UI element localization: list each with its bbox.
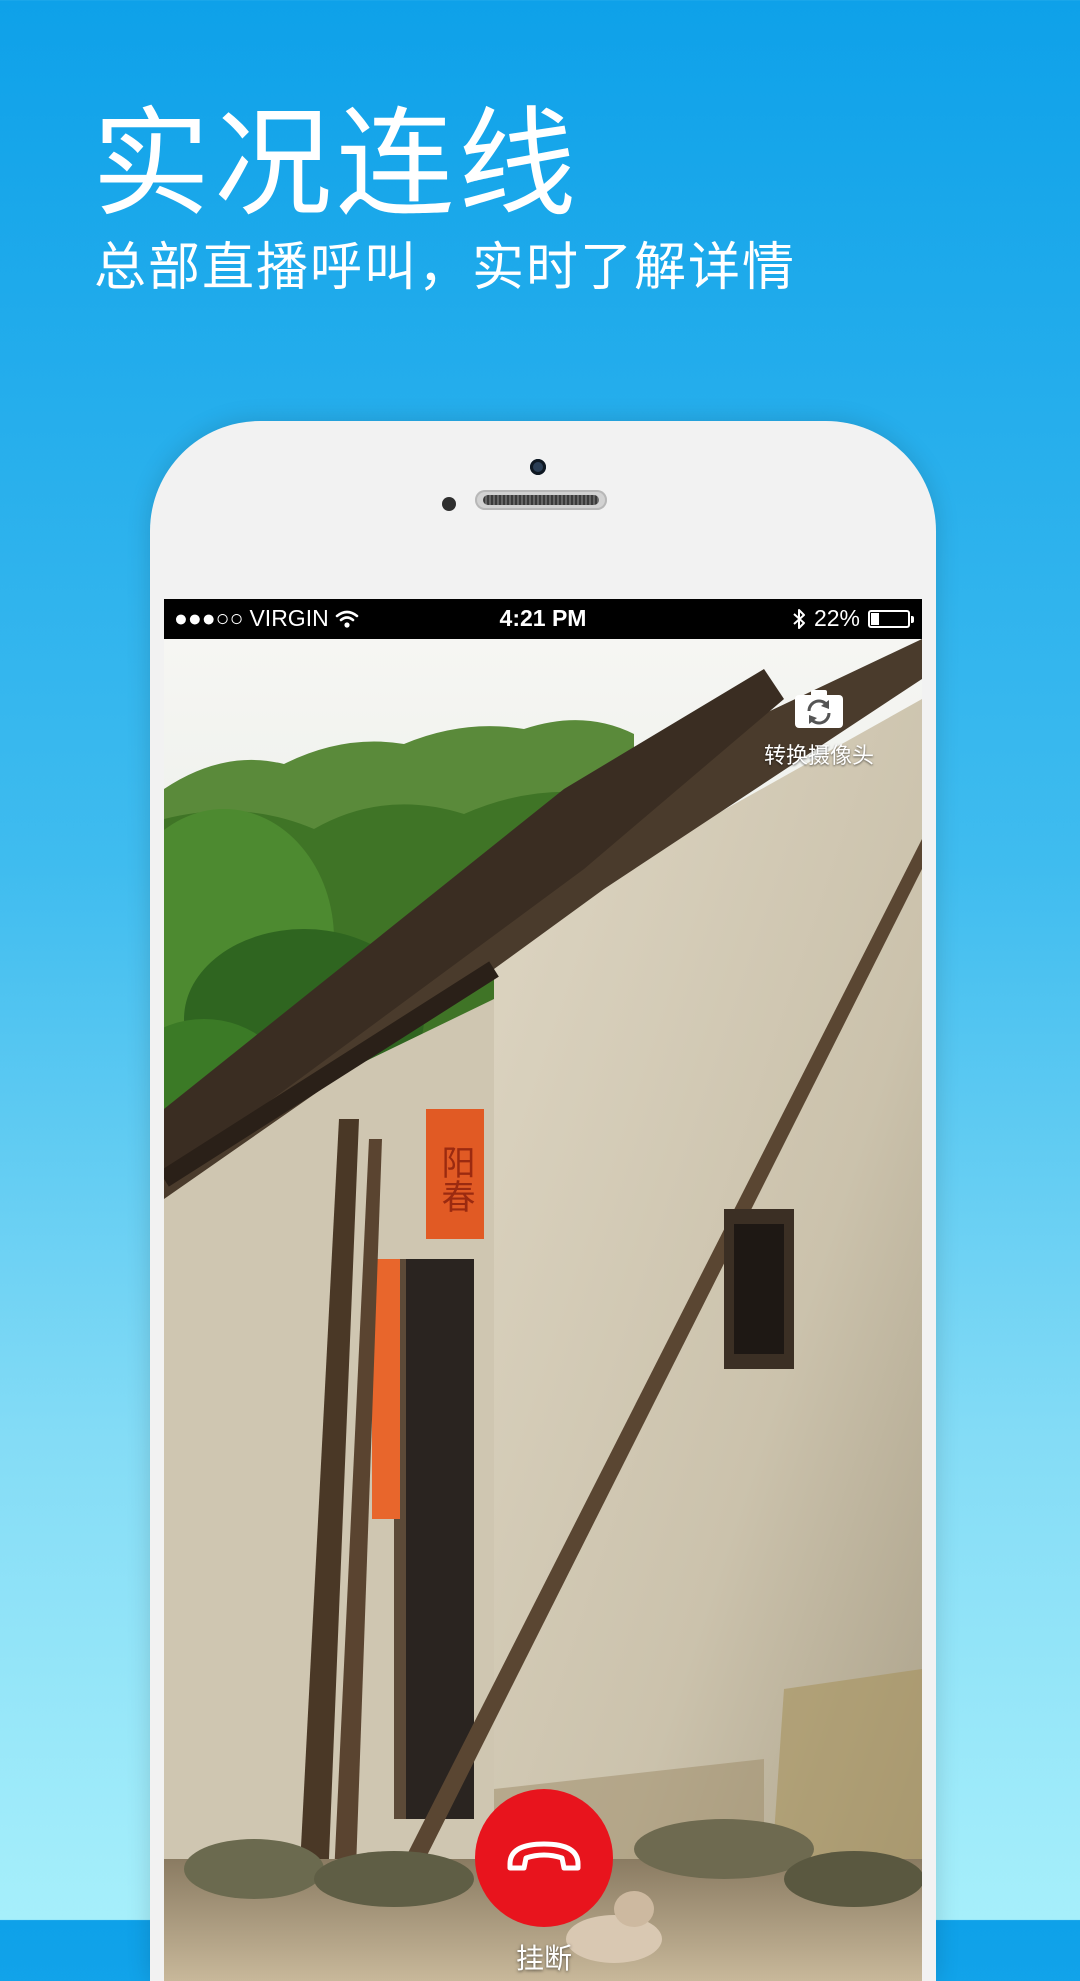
hangup-phone-icon — [507, 1841, 581, 1871]
battery-fill — [871, 612, 880, 625]
switch-camera-label: 转换摄像头 — [763, 744, 874, 769]
earpiece-speaker — [475, 490, 607, 510]
phone-mockup: ●●●○○ VIRGIN 4:21 PM 22% 阳春 转换摄像头 挂断 — [150, 421, 936, 1981]
battery-icon — [868, 609, 914, 628]
promo-subtitle: 总部直播呼叫，实时了解详情 — [94, 238, 797, 298]
hangup-button[interactable] — [475, 1789, 613, 1927]
proximity-sensor — [442, 497, 456, 511]
switch-camera-button[interactable]: 转换摄像头 — [754, 689, 884, 770]
bluetooth-icon — [793, 608, 805, 629]
promo-title: 实况连线 — [92, 95, 581, 233]
battery-percent: 22% — [813, 605, 860, 631]
video-feed: 阳春 — [164, 639, 922, 1981]
camera-switch-icon — [795, 690, 843, 728]
front-camera — [530, 459, 546, 475]
hangup-control: 挂断 — [474, 1789, 614, 1977]
status-bar: ●●●○○ VIRGIN 4:21 PM 22% — [164, 599, 922, 639]
hangup-label: 挂断 — [515, 1942, 572, 1975]
couplet-text: 阳春 — [435, 1145, 475, 1213]
phone-screen: ●●●○○ VIRGIN 4:21 PM 22% 阳春 转换摄像头 挂断 — [164, 599, 922, 1981]
